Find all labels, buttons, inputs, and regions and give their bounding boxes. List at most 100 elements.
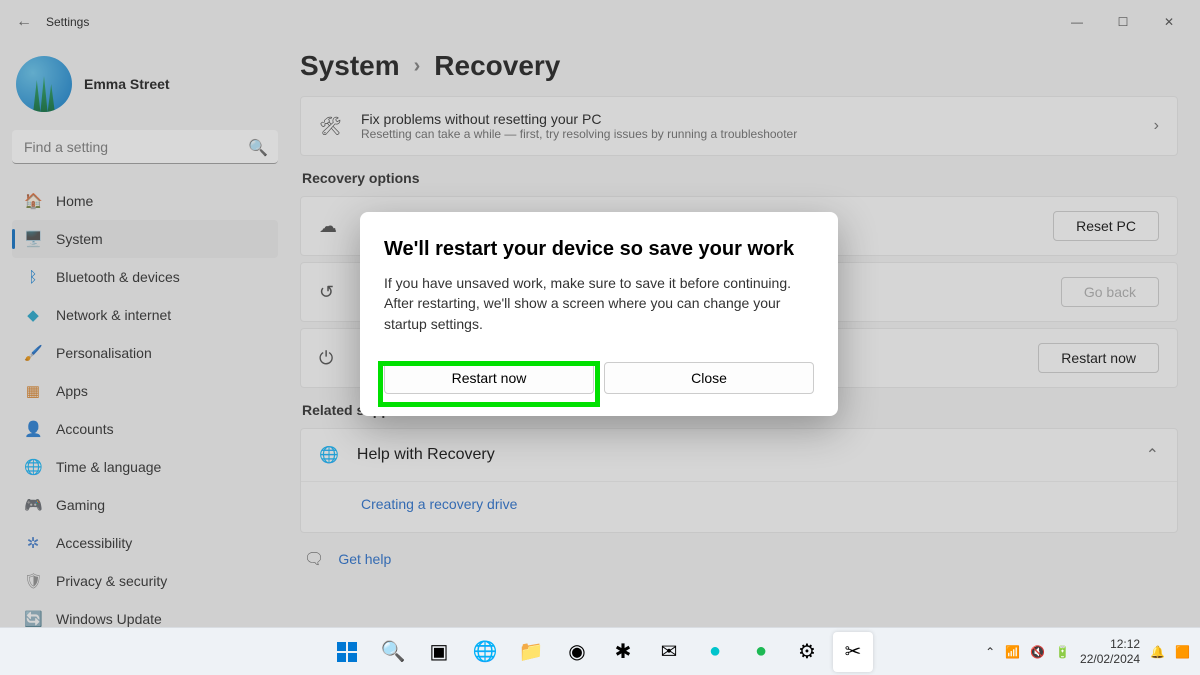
search-box[interactable]: 🔍 bbox=[12, 130, 278, 164]
taskbar-time: 12:12 bbox=[1080, 637, 1140, 651]
history-icon: ↺ bbox=[319, 282, 343, 303]
dialog-close-button[interactable]: Close bbox=[604, 362, 814, 394]
nav-icon: 🖥️ bbox=[24, 230, 42, 248]
breadcrumb-current: Recovery bbox=[434, 50, 560, 82]
wifi-icon[interactable]: 📶 bbox=[1005, 645, 1020, 659]
nav-label: Accessibility bbox=[56, 535, 132, 551]
clock[interactable]: 12:12 22/02/2024 bbox=[1080, 637, 1140, 666]
outlook-icon[interactable]: ✉ bbox=[649, 632, 689, 672]
chevron-right-icon: › bbox=[414, 55, 421, 78]
avatar bbox=[16, 56, 72, 112]
task-view-icon[interactable]: ▣ bbox=[419, 632, 459, 672]
back-button[interactable]: ← bbox=[8, 13, 40, 31]
user-name: Emma Street bbox=[84, 76, 170, 92]
sidebar-item-personalisation[interactable]: 🖌️ Personalisation bbox=[12, 334, 278, 372]
go-back-button: Go back bbox=[1061, 277, 1159, 307]
reset-pc-button[interactable]: Reset PC bbox=[1053, 211, 1159, 241]
nav-label: System bbox=[56, 231, 103, 247]
sidebar-item-accounts[interactable]: 👤Accounts bbox=[12, 410, 278, 448]
tray-chevron-icon[interactable]: ⌃ bbox=[985, 645, 995, 659]
nav-icon: 🏠 bbox=[24, 192, 42, 210]
notifications-icon[interactable]: 🔔 bbox=[1150, 645, 1165, 659]
nav-icon: ▦ bbox=[24, 382, 42, 400]
related-support-card: 🌐 Help with Recovery ⌃ Creating a recove… bbox=[300, 428, 1178, 533]
copilot-icon[interactable]: 🟧 bbox=[1175, 645, 1190, 659]
dialog-restart-now-button[interactable]: Restart now bbox=[384, 362, 594, 394]
window-title: Settings bbox=[46, 15, 89, 29]
sidebar-item-bluetooth-devices[interactable]: ᛒ Bluetooth & devices bbox=[12, 258, 278, 296]
sidebar: Emma Street 🔍 🏠 Home 🖥️ System ᛒ Bluetooth & … bbox=[0, 44, 290, 644]
slack-icon[interactable]: ✱ bbox=[603, 632, 643, 672]
sidebar-item-time-language[interactable]: 🌐 Time & language bbox=[12, 448, 278, 486]
sidebar-item-privacy-security[interactable]: 🛡 Privacy & security bbox=[12, 562, 278, 600]
sidebar-item-accessibility[interactable]: ✲ Accessibility bbox=[12, 524, 278, 562]
nav-label: Network & internet bbox=[56, 307, 171, 323]
nav-label: Personalisation bbox=[56, 345, 152, 361]
sidebar-item-network-internet[interactable]: ◆ Network & internet bbox=[12, 296, 278, 334]
system-tray[interactable]: ⌃ 📶 🔇 🔋 12:12 22/02/2024 🔔 🟧 bbox=[985, 637, 1190, 666]
nav-icon: ◆ bbox=[24, 306, 42, 324]
nav-list: 🏠 Home 🖥️ System ᛒ Bluetooth & devices ◆ Networ… bbox=[12, 182, 278, 638]
file-explorer-icon[interactable]: 📁 bbox=[511, 632, 551, 672]
profile-block[interactable]: Emma Street bbox=[12, 50, 278, 130]
nav-label: Time & language bbox=[56, 459, 161, 475]
nav-label: Home bbox=[56, 193, 93, 209]
minimize-button[interactable]: — bbox=[1054, 6, 1100, 38]
dialog-body: If you have unsaved work, make sure to s… bbox=[384, 273, 814, 334]
support-title: Help with Recovery bbox=[357, 446, 495, 464]
nav-icon: 🛡 bbox=[24, 572, 42, 590]
card-title: Fix problems without resetting your PC bbox=[361, 111, 797, 127]
dialog-title: We'll restart your device so save your w… bbox=[384, 238, 814, 261]
search-icon: 🔍 bbox=[248, 138, 268, 158]
search-input[interactable] bbox=[12, 130, 278, 164]
wrench-icon: 🛠 bbox=[319, 116, 343, 137]
card-subtitle: Resetting can take a while — first, try … bbox=[361, 127, 797, 141]
help-with-recovery-row[interactable]: 🌐 Help with Recovery ⌃ bbox=[301, 429, 1177, 481]
get-help-link[interactable]: Get help bbox=[338, 551, 391, 567]
chrome-icon[interactable]: ◉ bbox=[557, 632, 597, 672]
maximize-button[interactable]: ☐ bbox=[1100, 6, 1146, 38]
recovery-drive-link[interactable]: Creating a recovery drive bbox=[361, 496, 517, 512]
nav-icon: 🌐 bbox=[24, 458, 42, 476]
chevron-right-icon: › bbox=[1154, 117, 1159, 135]
battery-icon[interactable]: 🔋 bbox=[1055, 645, 1070, 659]
help-icon: 🗨 bbox=[304, 549, 324, 569]
sidebar-item-home[interactable]: 🏠 Home bbox=[12, 182, 278, 220]
section-header-recovery: Recovery options bbox=[302, 170, 1178, 186]
start-button[interactable] bbox=[327, 632, 367, 672]
titlebar: ← Settings — ☐ ✕ bbox=[0, 0, 1200, 44]
nav-label: Privacy & security bbox=[56, 573, 167, 589]
nav-icon: ✲ bbox=[24, 534, 42, 552]
fix-problems-card[interactable]: 🛠 Fix problems without resetting your PC… bbox=[300, 96, 1178, 156]
nav-icon: 🔄 bbox=[24, 610, 42, 628]
taskbar: 🔍 ▣ 🌐 📁 ◉ ✱ ✉ ● ● ⚙ ✂ ⌃ 📶 🔇 🔋 12:12 22/0… bbox=[0, 627, 1200, 675]
taskbar-date: 22/02/2024 bbox=[1080, 652, 1140, 666]
sidebar-item-apps[interactable]: ▦ Apps bbox=[12, 372, 278, 410]
nav-icon: 🖌️ bbox=[24, 344, 42, 362]
breadcrumb-parent[interactable]: System bbox=[300, 50, 400, 82]
power-settings-icon: ⏻ bbox=[319, 348, 343, 369]
edge-icon[interactable]: 🌐 bbox=[465, 632, 505, 672]
nav-label: Bluetooth & devices bbox=[56, 269, 180, 285]
nav-label: Windows Update bbox=[56, 611, 162, 627]
settings-taskbar-icon[interactable]: ⚙ bbox=[787, 632, 827, 672]
volume-icon[interactable]: 🔇 bbox=[1030, 645, 1045, 659]
nav-label: Gaming bbox=[56, 497, 105, 513]
restart-now-button[interactable]: Restart now bbox=[1038, 343, 1159, 373]
nav-icon: 🎮 bbox=[24, 496, 42, 514]
nav-icon: 👤 bbox=[24, 420, 42, 438]
task-search-icon[interactable]: 🔍 bbox=[373, 632, 413, 672]
sidebar-item-system[interactable]: 🖥️ System bbox=[12, 220, 278, 258]
restart-dialog: We'll restart your device so save your w… bbox=[360, 212, 838, 416]
globe-help-icon: 🌐 bbox=[319, 445, 339, 465]
chevron-up-icon: ⌃ bbox=[1146, 445, 1159, 465]
nav-label: Apps bbox=[56, 383, 88, 399]
breadcrumb: System › Recovery bbox=[300, 50, 1178, 82]
canva-icon[interactable]: ● bbox=[695, 632, 735, 672]
snipping-tool-icon[interactable]: ✂ bbox=[833, 632, 873, 672]
nav-icon: ᛒ bbox=[24, 269, 42, 286]
spotify-icon[interactable]: ● bbox=[741, 632, 781, 672]
sidebar-item-gaming[interactable]: 🎮 Gaming bbox=[12, 486, 278, 524]
cloud-reset-icon: ☁ bbox=[319, 216, 343, 237]
close-window-button[interactable]: ✕ bbox=[1146, 6, 1192, 38]
